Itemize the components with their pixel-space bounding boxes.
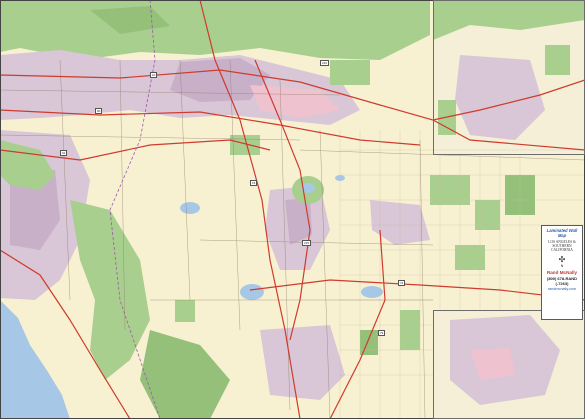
diamond-valley-lake: [361, 286, 383, 298]
route-shield-91: 91: [60, 150, 68, 156]
compass-rose-icon: ✣: [558, 255, 566, 264]
parcel-green-6: [360, 330, 378, 355]
lake-elsinore: [240, 284, 264, 300]
parcel-green-4: [455, 245, 485, 270]
route-shield-74: 74: [398, 280, 406, 286]
legend-title: LOS ANGELES & SOUTHERN CALIFORNIA: [548, 240, 576, 252]
parcel-green-8: [330, 60, 370, 85]
parcel-green-7: [175, 300, 195, 322]
route-shield-79: 79: [378, 330, 386, 336]
legend-maker: Rand McNally: [546, 270, 578, 275]
route-shield-15: 15: [250, 180, 258, 186]
parcel-green-5: [400, 310, 420, 350]
legend-website: randmcnally.com: [547, 287, 577, 291]
route-shield-60: 60: [95, 108, 103, 114]
inset-lower-right: [433, 310, 585, 419]
parcel-green-1: [430, 175, 470, 205]
route-shield-10: 10: [150, 72, 158, 78]
legend-phone-2: (-7263): [555, 281, 569, 286]
legend-brand: Laminated Wall Map: [546, 228, 578, 238]
wall-map: 10 15 60 91 215 210 74 79 Laminated Wall…: [0, 0, 585, 419]
route-shield-210: 210: [320, 60, 330, 66]
route-shield-215: 215: [302, 240, 312, 246]
lake-mathews: [180, 202, 200, 214]
map-legend: Laminated Wall Map LOS ANGELES & SOUTHER…: [541, 225, 583, 320]
parcel-green-2: [475, 200, 500, 230]
compass-label: N: [560, 264, 564, 268]
inset-upper-right: [433, 0, 585, 155]
